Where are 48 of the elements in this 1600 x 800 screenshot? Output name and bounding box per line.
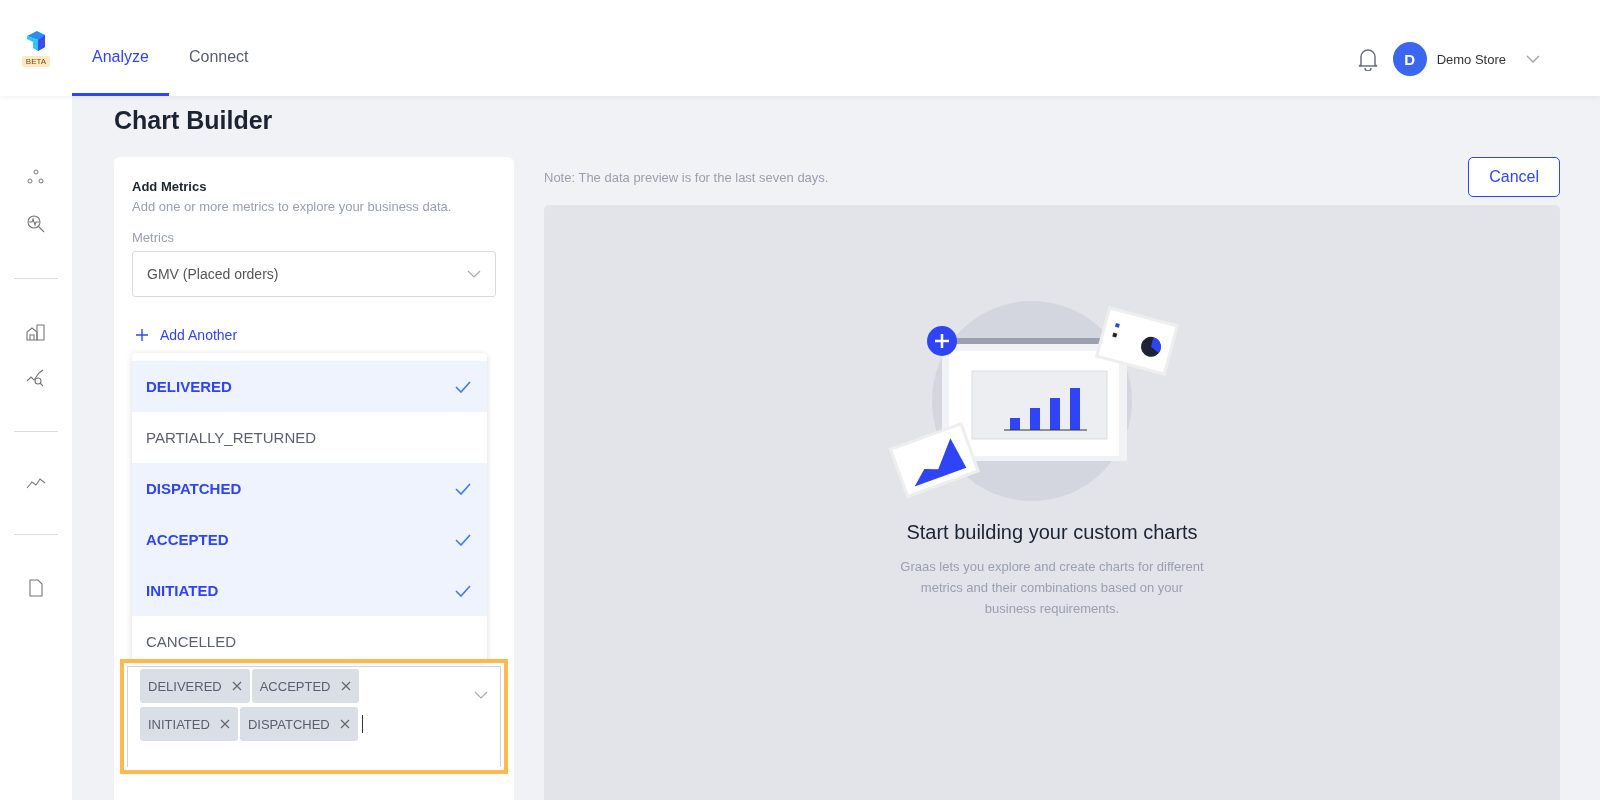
select-value: GMV (Placed orders)	[147, 266, 279, 282]
preview-note: Note: The data preview is for the last seven days.	[544, 169, 829, 185]
document-icon[interactable]	[28, 579, 44, 597]
chevron-down-icon[interactable]	[1526, 55, 1540, 63]
dropdown-option[interactable]: INITIATED	[132, 565, 487, 616]
check-icon	[455, 380, 471, 393]
empty-state-text: Graas lets you explore and create charts for different metrics and their combinations based on your business requirements.	[899, 558, 1205, 618]
dropdown-option[interactable]: PARTIALLY_RETURNED	[132, 412, 487, 463]
check-icon	[455, 584, 471, 597]
status-multiselect[interactable]: DELIVERED ACCEPTED INITIATED DISPATCHED	[127, 666, 501, 767]
chevron-down-icon	[467, 270, 481, 278]
check-icon	[455, 533, 471, 546]
beta-badge: BETA	[21, 55, 51, 67]
section-description: Add one or more metrics to explore your business data.	[132, 199, 453, 214]
field-label: Metrics	[132, 230, 175, 245]
empty-state-title: Start building your custom charts	[906, 521, 1198, 544]
dropdown-option[interactable]: CANCELLED	[132, 616, 487, 661]
user-name[interactable]: Demo Store	[1436, 51, 1506, 67]
close-icon[interactable]	[219, 719, 230, 729]
selected-chip: INITIATED	[140, 707, 238, 741]
chevron-down-icon	[474, 691, 488, 699]
line-chart-icon[interactable]	[26, 476, 46, 490]
selected-chip: DISPATCHED	[239, 707, 358, 741]
trend-search-icon[interactable]	[26, 369, 46, 387]
page-title: Chart Builder	[114, 106, 274, 135]
user-avatar[interactable]: D	[1392, 42, 1427, 76]
dropdown-option[interactable]: DELIVERED	[132, 361, 487, 412]
section-heading: Add Metrics	[132, 179, 208, 194]
cube-logo-icon	[25, 29, 47, 54]
text-cursor	[361, 715, 363, 733]
cancel-button[interactable]: Cancel	[1468, 157, 1560, 197]
nav-tab[interactable]: Analyze	[72, 20, 169, 96]
selected-chip: DELIVERED	[140, 669, 250, 703]
add-another-link[interactable]: Add Another	[132, 327, 238, 343]
plus-icon	[136, 329, 148, 341]
close-icon[interactable]	[339, 719, 350, 729]
bell-icon[interactable]	[1356, 47, 1379, 71]
buildings-icon[interactable]	[26, 323, 46, 341]
selected-chip: ACCEPTED	[251, 669, 359, 703]
dropdown-option[interactable]: DISPATCHED	[132, 463, 487, 514]
nav-tab[interactable]: Connect	[168, 20, 269, 96]
metric-select[interactable]: GMV (Placed orders)	[132, 251, 496, 297]
close-icon[interactable]	[340, 681, 351, 691]
dropdown-option[interactable]: ACCEPTED	[132, 514, 487, 565]
search-analytics-icon[interactable]	[26, 214, 46, 234]
nodes-icon[interactable]	[26, 168, 46, 186]
close-icon[interactable]	[231, 681, 242, 691]
check-icon	[455, 482, 471, 495]
